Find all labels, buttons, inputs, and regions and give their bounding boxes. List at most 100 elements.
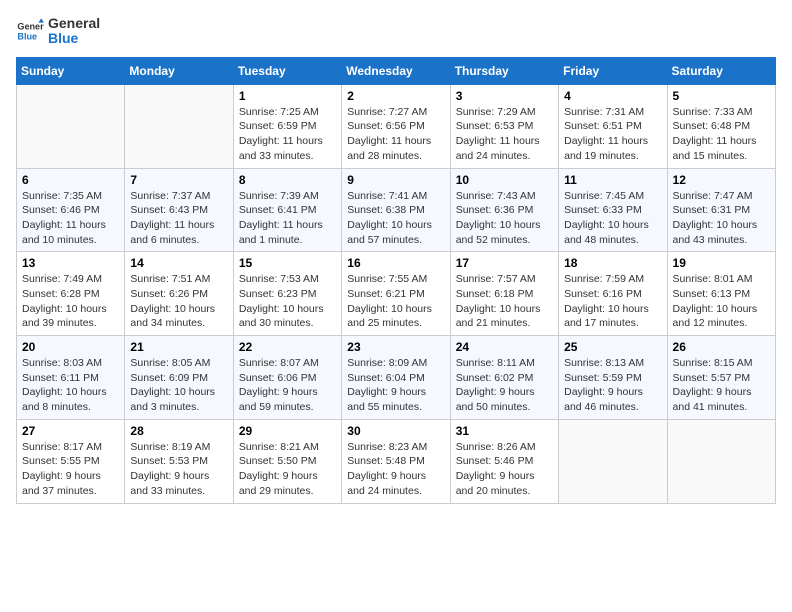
calendar-cell: 29Sunrise: 8:21 AM Sunset: 5:50 PM Dayli… — [233, 419, 341, 503]
day-number: 8 — [239, 173, 336, 187]
calendar-cell: 25 Sunrise: 8:13 AM Sunset: 5:59 PM Dayli… — [559, 336, 667, 420]
day-number: 17 — [456, 256, 553, 270]
day-info: Sunrise: 8:09 AM Sunset: 6:04 PM Dayligh… — [347, 356, 444, 415]
day-info: Sunrise: 7:27 AM Sunset: 6:56 PM Dayligh… — [347, 105, 444, 164]
day-info: Sunrise: 8:05 AM Sunset: 6:09 PM Dayligh… — [130, 356, 227, 415]
calendar-cell: 5Sunrise: 7:33 AM Sunset: 6:48 PM Daylig… — [667, 84, 775, 168]
calendar-week-row: 27 Sunrise: 8:17 AM Sunset: 5:55 PM Dayli… — [17, 419, 776, 503]
day-number: 2 — [347, 89, 444, 103]
calendar-cell — [125, 84, 233, 168]
day-number: 3 — [456, 89, 553, 103]
calendar-table: SundayMondayTuesdayWednesdayThursdayFrid… — [16, 57, 776, 504]
day-info: Sunrise: 7:47 AM Sunset: 6:31 PM Dayligh… — [673, 189, 770, 248]
day-info: Sunrise: 7:33 AM Sunset: 6:48 PM Dayligh… — [673, 105, 770, 164]
calendar-header-row: SundayMondayTuesdayWednesdayThursdayFrid… — [17, 57, 776, 84]
day-number: 25 — [564, 340, 661, 354]
day-info: Sunrise: 7:45 AM Sunset: 6:33 PM Dayligh… — [564, 189, 661, 248]
calendar-cell: 19 Sunrise: 8:01 AM Sunset: 6:13 PM Dayli… — [667, 252, 775, 336]
day-info: Sunrise: 7:43 AM Sunset: 6:36 PM Dayligh… — [456, 189, 553, 248]
calendar-week-row: 13Sunrise: 7:49 AM Sunset: 6:28 PM Dayli… — [17, 252, 776, 336]
day-info: Sunrise: 8:03 AM Sunset: 6:11 PM Dayligh… — [22, 356, 119, 415]
weekday-header: Sunday — [17, 57, 125, 84]
day-number: 1 — [239, 89, 336, 103]
day-number: 13 — [22, 256, 119, 270]
day-info: Sunrise: 8:13 AM Sunset: 5:59 PM Dayligh… — [564, 356, 661, 415]
weekday-header: Saturday — [667, 57, 775, 84]
calendar-cell: 22 Sunrise: 8:07 AM Sunset: 6:06 PM Dayli… — [233, 336, 341, 420]
calendar-cell: 14 Sunrise: 7:51 AM Sunset: 6:26 PM Dayli… — [125, 252, 233, 336]
svg-text:Blue: Blue — [17, 32, 37, 42]
day-info: Sunrise: 7:31 AM Sunset: 6:51 PM Dayligh… — [564, 105, 661, 164]
calendar-week-row: 6 Sunrise: 7:35 AM Sunset: 6:46 PM Daylig… — [17, 168, 776, 252]
calendar-cell: 16 Sunrise: 7:55 AM Sunset: 6:21 PM Dayli… — [342, 252, 450, 336]
day-number: 23 — [347, 340, 444, 354]
day-info: Sunrise: 8:07 AM Sunset: 6:06 PM Dayligh… — [239, 356, 336, 415]
calendar-cell — [17, 84, 125, 168]
calendar-cell: 20Sunrise: 8:03 AM Sunset: 6:11 PM Dayli… — [17, 336, 125, 420]
calendar-cell: 7 Sunrise: 7:37 AM Sunset: 6:43 PM Daylig… — [125, 168, 233, 252]
day-number: 11 — [564, 173, 661, 187]
day-info: Sunrise: 7:55 AM Sunset: 6:21 PM Dayligh… — [347, 272, 444, 331]
day-info: Sunrise: 8:17 AM Sunset: 5:55 PM Dayligh… — [22, 440, 119, 499]
calendar-cell: 10 Sunrise: 7:43 AM Sunset: 6:36 PM Dayli… — [450, 168, 558, 252]
day-number: 18 — [564, 256, 661, 270]
calendar-cell: 31 Sunrise: 8:26 AM Sunset: 5:46 PM Dayli… — [450, 419, 558, 503]
calendar-cell: 6 Sunrise: 7:35 AM Sunset: 6:46 PM Daylig… — [17, 168, 125, 252]
page-header: General Blue General Blue — [16, 16, 776, 47]
weekday-header: Friday — [559, 57, 667, 84]
logo: General Blue General Blue — [16, 16, 100, 47]
day-number: 12 — [673, 173, 770, 187]
day-number: 7 — [130, 173, 227, 187]
day-info: Sunrise: 7:57 AM Sunset: 6:18 PM Dayligh… — [456, 272, 553, 331]
logo-blue-text: Blue — [48, 31, 100, 46]
day-info: Sunrise: 8:11 AM Sunset: 6:02 PM Dayligh… — [456, 356, 553, 415]
calendar-cell: 21 Sunrise: 8:05 AM Sunset: 6:09 PM Dayli… — [125, 336, 233, 420]
day-info: Sunrise: 7:39 AM Sunset: 6:41 PM Dayligh… — [239, 189, 336, 248]
day-number: 27 — [22, 424, 119, 438]
calendar-cell: 26Sunrise: 8:15 AM Sunset: 5:57 PM Dayli… — [667, 336, 775, 420]
day-number: 22 — [239, 340, 336, 354]
weekday-header: Tuesday — [233, 57, 341, 84]
day-number: 4 — [564, 89, 661, 103]
day-number: 31 — [456, 424, 553, 438]
calendar-cell: 1 Sunrise: 7:25 AM Sunset: 6:59 PM Daylig… — [233, 84, 341, 168]
calendar-cell: 18 Sunrise: 7:59 AM Sunset: 6:16 PM Dayli… — [559, 252, 667, 336]
day-number: 19 — [673, 256, 770, 270]
logo-general-text: General — [48, 16, 100, 31]
day-number: 28 — [130, 424, 227, 438]
day-info: Sunrise: 8:23 AM Sunset: 5:48 PM Dayligh… — [347, 440, 444, 499]
weekday-header: Monday — [125, 57, 233, 84]
day-info: Sunrise: 7:35 AM Sunset: 6:46 PM Dayligh… — [22, 189, 119, 248]
day-number: 14 — [130, 256, 227, 270]
svg-text:General: General — [17, 22, 44, 32]
day-info: Sunrise: 7:59 AM Sunset: 6:16 PM Dayligh… — [564, 272, 661, 331]
calendar-cell: 24Sunrise: 8:11 AM Sunset: 6:02 PM Dayli… — [450, 336, 558, 420]
calendar-cell: 8 Sunrise: 7:39 AM Sunset: 6:41 PM Daylig… — [233, 168, 341, 252]
calendar-cell: 11 Sunrise: 7:45 AM Sunset: 6:33 PM Dayli… — [559, 168, 667, 252]
day-info: Sunrise: 8:21 AM Sunset: 5:50 PM Dayligh… — [239, 440, 336, 499]
day-number: 6 — [22, 173, 119, 187]
calendar-cell: 4 Sunrise: 7:31 AM Sunset: 6:51 PM Daylig… — [559, 84, 667, 168]
day-number: 21 — [130, 340, 227, 354]
calendar-cell: 17 Sunrise: 7:57 AM Sunset: 6:18 PM Dayli… — [450, 252, 558, 336]
day-info: Sunrise: 7:51 AM Sunset: 6:26 PM Dayligh… — [130, 272, 227, 331]
day-number: 9 — [347, 173, 444, 187]
calendar-cell — [667, 419, 775, 503]
calendar-cell: 12 Sunrise: 7:47 AM Sunset: 6:31 PM Dayli… — [667, 168, 775, 252]
day-info: Sunrise: 8:01 AM Sunset: 6:13 PM Dayligh… — [673, 272, 770, 331]
day-info: Sunrise: 7:29 AM Sunset: 6:53 PM Dayligh… — [456, 105, 553, 164]
calendar-cell: 23 Sunrise: 8:09 AM Sunset: 6:04 PM Dayli… — [342, 336, 450, 420]
calendar-cell: 28Sunrise: 8:19 AM Sunset: 5:53 PM Dayli… — [125, 419, 233, 503]
day-number: 16 — [347, 256, 444, 270]
calendar-cell: 9 Sunrise: 7:41 AM Sunset: 6:38 PM Daylig… — [342, 168, 450, 252]
day-info: Sunrise: 7:37 AM Sunset: 6:43 PM Dayligh… — [130, 189, 227, 248]
calendar-cell: 27 Sunrise: 8:17 AM Sunset: 5:55 PM Dayli… — [17, 419, 125, 503]
day-number: 30 — [347, 424, 444, 438]
weekday-header: Thursday — [450, 57, 558, 84]
day-number: 10 — [456, 173, 553, 187]
calendar-cell: 30 Sunrise: 8:23 AM Sunset: 5:48 PM Dayli… — [342, 419, 450, 503]
day-info: Sunrise: 7:25 AM Sunset: 6:59 PM Dayligh… — [239, 105, 336, 164]
day-info: Sunrise: 8:26 AM Sunset: 5:46 PM Dayligh… — [456, 440, 553, 499]
day-info: Sunrise: 7:41 AM Sunset: 6:38 PM Dayligh… — [347, 189, 444, 248]
calendar-cell — [559, 419, 667, 503]
